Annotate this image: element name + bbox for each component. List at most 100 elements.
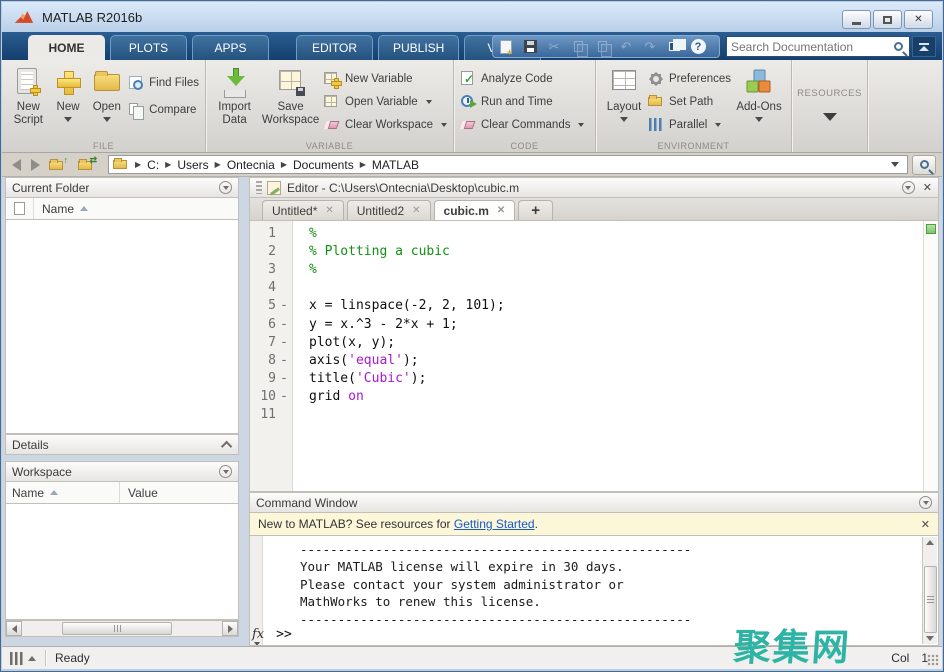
code-editor[interactable]: 1%2% Plotting a cubic3%45-x = linspace(-… [249,221,939,492]
workspace-column-header[interactable]: Name Value [5,482,239,504]
workspace-header[interactable]: Workspace [5,461,239,482]
editor-tab-cubic[interactable]: cubic.m✕ [434,200,516,220]
command-window-menu-icon[interactable] [919,496,932,509]
tab-close-icon[interactable]: ✕ [325,205,333,216]
new-variable-button[interactable]: New Variable [324,70,447,87]
browse-for-folder-icon[interactable]: ⇄ [78,157,98,173]
help-icon[interactable]: ? [689,39,707,55]
tab-home[interactable]: HOME [28,35,105,60]
tab-publish[interactable]: PUBLISH [378,35,459,60]
editor-new-tab-button[interactable]: + [518,200,553,220]
function-hints-icon[interactable]: fx [252,627,264,642]
breadcrumb-item-user[interactable]: Ontecnia [227,158,275,172]
scroll-down-button[interactable] [924,633,937,644]
current-folder-column-header[interactable]: Name [5,198,239,220]
copy-icon[interactable] [569,39,587,55]
breadcrumb-dropdown-icon[interactable] [891,162,899,167]
horizontal-scroll-thumb[interactable] [62,622,172,635]
banner-close-icon[interactable]: ✕ [921,518,930,531]
run-and-time-button[interactable]: Run and Time [460,93,584,110]
parallel-status-arrow-icon[interactable] [28,656,36,661]
resize-grip[interactable] [927,654,939,666]
redo-icon[interactable]: ↷ [641,39,659,55]
back-button[interactable] [12,159,21,171]
close-button[interactable]: ✕ [904,10,933,29]
getting-started-link[interactable]: Getting Started [454,517,535,531]
forward-button[interactable] [31,159,40,171]
new-file-icon[interactable]: + [497,39,515,55]
search-icon[interactable] [894,42,903,51]
vertical-scroll-thumb[interactable] [924,566,937,634]
clear-workspace-button[interactable]: Clear Workspace [324,116,447,133]
add-ons-button[interactable]: Add-Ons [733,66,785,138]
minimize-ribbon-button[interactable] [912,36,936,57]
code-line[interactable]: 5-x = linspace(-2, 2, 101); [250,297,938,315]
switch-windows-icon[interactable] [665,39,683,55]
breadcrumb-item-matlab[interactable]: MATLAB [372,158,419,172]
open-button[interactable]: Open [87,66,126,138]
workspace-menu-icon[interactable] [219,465,232,478]
current-folder-list[interactable] [5,220,239,434]
maximize-button[interactable] [873,10,902,29]
open-variable-button[interactable]: Open Variable [324,93,447,110]
compare-button[interactable]: Compare [128,101,199,118]
breadcrumb-item-users[interactable]: Users [177,158,208,172]
title-bar[interactable]: MATLAB R2016b ✕ [2,2,942,32]
code-line[interactable]: 1% [250,224,938,242]
tab-plots[interactable]: PLOTS [110,35,187,60]
editor-message-bar[interactable] [923,221,938,491]
breadcrumb-item-documents[interactable]: Documents [293,158,354,172]
code-line[interactable]: 8-axis('equal'); [250,351,938,369]
editor-header[interactable]: Editor - C:\Users\Ontecnia\Desktop\cubic… [249,177,939,198]
find-files-button[interactable]: Find Files [128,74,199,91]
tab-close-icon[interactable]: ✕ [412,205,420,216]
new-script-button[interactable]: New Script [8,66,49,138]
search-documentation-input[interactable] [727,40,894,54]
editor-menu-icon[interactable] [902,181,915,194]
code-line[interactable]: 3% [250,260,938,278]
save-workspace-button[interactable]: Save Workspace [259,66,322,138]
breadcrumb-item-drive[interactable]: C: [147,158,159,172]
editor-close-icon[interactable]: ✕ [923,181,932,194]
search-folder-button[interactable] [912,155,936,175]
command-window-header[interactable]: Command Window [249,492,939,513]
new-button[interactable]: New [51,66,86,138]
paste-icon[interactable] [593,39,611,55]
ribbon-group-resources[interactable]: RESOURCES [792,60,868,152]
analyze-code-button[interactable]: Analyze Code [460,70,584,87]
code-line[interactable]: 11 [250,406,938,424]
current-folder-header[interactable]: Current Folder [5,177,239,198]
tab-apps[interactable]: APPS [192,35,269,60]
code-line[interactable]: 4 [250,279,938,297]
scroll-right-button[interactable] [222,621,238,636]
editor-tab-untitled2[interactable]: Untitled2✕ [347,200,431,220]
set-path-button[interactable]: Set Path [648,93,731,110]
up-one-level-icon[interactable]: ↑ [49,157,69,173]
breadcrumb[interactable]: ▶ C: ▶ Users ▶ Ontecnia ▶ Documents ▶ MA… [108,155,908,174]
save-icon[interactable] [521,39,539,55]
current-folder-menu-icon[interactable] [219,181,232,194]
code-line[interactable]: 7-plot(x, y); [250,333,938,351]
details-header[interactable]: Details [5,434,239,455]
minimize-button[interactable] [842,10,871,29]
import-data-button[interactable]: Import Data [212,66,257,138]
editor-tab-untitled[interactable]: Untitled*✕ [262,200,344,220]
cut-icon[interactable]: ✂ [545,39,563,55]
editor-drag-handle[interactable] [256,181,262,194]
tab-close-icon[interactable]: ✕ [497,205,505,216]
layout-button[interactable]: Layout [602,66,646,138]
command-window-scrollbar[interactable] [922,537,937,644]
panel-splitter-vertical[interactable] [239,177,249,646]
workspace-list[interactable] [5,504,239,620]
code-line[interactable]: 6-y = x.^3 - 2*x + 1; [250,315,938,333]
parallel-status-icon[interactable] [10,652,24,665]
code-line[interactable]: 9-title('Cubic'); [250,370,938,388]
preferences-button[interactable]: Preferences [648,70,731,87]
tab-editor[interactable]: EDITOR [296,35,373,60]
command-prompt[interactable]: >> [276,627,292,642]
parallel-button[interactable]: Parallel [648,116,731,133]
undo-icon[interactable]: ↶ [617,39,635,55]
code-line[interactable]: 2% Plotting a cubic [250,242,938,260]
scroll-up-button[interactable] [924,537,937,548]
workspace-horizontal-scrollbar[interactable] [5,620,239,637]
